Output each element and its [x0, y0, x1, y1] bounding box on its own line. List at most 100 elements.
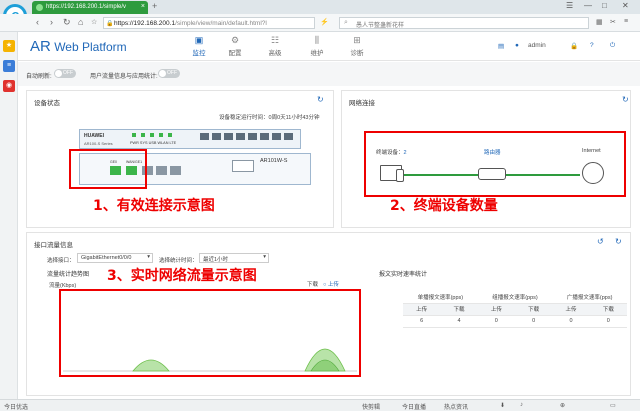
- status-item-2[interactable]: 今日直播: [402, 402, 426, 411]
- router-label: 路由器: [484, 150, 501, 156]
- forward-icon[interactable]: ›: [50, 17, 53, 27]
- briefcase-icon: ⊞: [353, 35, 361, 45]
- zoom-level: ▭: [610, 403, 616, 409]
- toggle-bar: 自动刷新: OFF 用户流量信息与应用统计: OFF: [18, 62, 640, 86]
- menu-dots-icon[interactable]: ≡: [624, 18, 628, 25]
- period-value: 最近1小时: [203, 257, 229, 263]
- period-select[interactable]: 最近1小时 ▾: [199, 253, 269, 263]
- led: [168, 133, 172, 137]
- volume-icon[interactable]: ♪: [520, 402, 523, 408]
- interface-label: 选择接口：: [47, 258, 75, 264]
- extensions-icon[interactable]: ▦: [596, 18, 603, 26]
- app-header: AR Web Platform ▣ 监控 ⚙ 配置 ☷ 高级 ⫼ 维护 ⊞ 诊断 ▤ ● …: [18, 32, 640, 61]
- network-refresh-icon[interactable]: ↻: [622, 95, 629, 104]
- search-placeholder: 愚人节整蛊新花样: [356, 23, 405, 29]
- refresh-icon[interactable]: ↻: [317, 95, 324, 104]
- nav-diagnose[interactable]: ⊞ 诊断: [344, 35, 370, 57]
- port: [170, 166, 181, 175]
- maximize-icon[interactable]: □: [602, 1, 607, 10]
- traffic-refresh-icon[interactable]: ↻: [615, 237, 622, 246]
- terminal-label-text: 终端设备：: [376, 150, 404, 156]
- traffic-title: 接口流量信息: [34, 242, 73, 249]
- weibo-icon[interactable]: ◉: [3, 80, 15, 92]
- rate-sub: 下载: [440, 303, 478, 316]
- led: [132, 133, 136, 137]
- rate-header-broadcast: 广播报文速率(pps): [552, 291, 627, 304]
- rate-value: 0: [589, 315, 627, 328]
- reading-list-icon[interactable]: ≡: [3, 60, 15, 72]
- rate-table-value-row: 6 4 0 0 0 0: [403, 315, 627, 328]
- port: [284, 133, 293, 140]
- rate-sub: 下载: [589, 303, 627, 316]
- realtime-title: 报文实时速率统计: [379, 272, 428, 278]
- minimize-icon[interactable]: —: [584, 1, 592, 10]
- save-icon[interactable]: ▤: [498, 42, 504, 50]
- zoom-icon[interactable]: ⊕: [560, 402, 565, 409]
- reload-icon[interactable]: ↻: [63, 17, 71, 28]
- lock-screen-icon[interactable]: 🔒: [570, 42, 578, 50]
- favorites-star-icon[interactable]: ★: [3, 40, 15, 52]
- close-window-icon[interactable]: ✕: [622, 1, 629, 10]
- browser-tab[interactable]: https://192.168.200.1/simple/v ×: [32, 1, 148, 14]
- device-front-panel: HUAWEI AR100-S Series PWR SYS USB WLAN L…: [79, 129, 301, 149]
- legend-down: 下载: [307, 280, 318, 288]
- help-icon[interactable]: ?: [590, 42, 594, 49]
- user-traffic-label: 用户流量信息与应用统计:: [90, 74, 158, 80]
- star-icon[interactable]: ☆: [91, 18, 97, 26]
- nav-config[interactable]: ⚙ 配置: [222, 35, 248, 57]
- rate-sub: 上传: [403, 303, 441, 316]
- status-left[interactable]: 今日优选: [4, 402, 28, 411]
- led: [150, 133, 154, 137]
- device-brand: HUAWEI: [84, 133, 104, 139]
- terminal-label: 终端设备：2: [376, 148, 407, 156]
- logout-icon[interactable]: ⏻: [610, 42, 615, 50]
- indicator-usb: USB: [148, 141, 157, 145]
- browser-status-bar: 今日优选 快剪辑 今日直播 热点资讯 ⬇ ♪ ⊕ ▭: [0, 399, 640, 411]
- status-item-1[interactable]: 快剪辑: [362, 402, 380, 411]
- device-status-title: 设备状态: [34, 100, 60, 107]
- legend-up-text: 上传: [327, 282, 339, 288]
- search-input[interactable]: ⌕ 愚人节整蛊新花样: [339, 17, 589, 29]
- home-icon[interactable]: ⌂: [78, 17, 83, 27]
- download-icon[interactable]: ⬇: [500, 402, 505, 409]
- device-model: AR101W-S: [260, 158, 288, 164]
- lightning-icon[interactable]: ⚡: [320, 18, 329, 26]
- rate-value: 6: [403, 315, 441, 328]
- rate-value: 4: [440, 315, 478, 328]
- tools-icon: ⫼: [314, 35, 320, 45]
- led-row: [132, 133, 192, 139]
- nav-advanced[interactable]: ☷ 高级: [262, 35, 288, 57]
- network-title: 网络连接: [349, 100, 375, 107]
- traffic-back-icon[interactable]: ↺: [597, 237, 604, 246]
- indicator-wlan: WLAN: [157, 141, 169, 145]
- menu-icon[interactable]: ☰: [566, 1, 573, 10]
- search-icon: ⌕: [344, 19, 348, 26]
- nav-maintenance[interactable]: ⫼ 维护: [304, 35, 330, 57]
- nav-diagnose-label: 诊断: [350, 50, 364, 57]
- nav-advanced-label: 高级: [268, 50, 282, 57]
- user-traffic-toggle[interactable]: OFF: [158, 69, 180, 78]
- nav-monitor[interactable]: ▣ 监控: [186, 35, 212, 57]
- sliders-icon: ☷: [270, 35, 280, 45]
- url-input[interactable]: 🔒 https://192.168.200.1/simple/view/main…: [103, 17, 315, 29]
- back-icon[interactable]: ‹: [36, 17, 39, 27]
- rate-table-sub-row: 上传 下载 上传 下载 上传 下载: [403, 303, 627, 316]
- auto-refresh-toggle[interactable]: OFF: [54, 69, 76, 78]
- uptime: 设备稳定运行时间：0周0天11小时43分钟: [219, 113, 319, 121]
- close-tab-icon[interactable]: ×: [141, 3, 145, 10]
- username[interactable]: admin: [528, 42, 546, 49]
- rate-value: 0: [552, 315, 590, 328]
- rate-sub: 上传: [477, 303, 515, 316]
- interface-select[interactable]: GigabitEthernet0/0/0 ▾: [77, 253, 153, 263]
- scissors-icon[interactable]: ✂: [610, 18, 616, 26]
- url-path: /simple/view/main/default.html?l: [175, 20, 267, 27]
- nav-monitor-label: 监控: [192, 50, 206, 57]
- status-item-3[interactable]: 热点资讯: [444, 402, 468, 411]
- monitor-icon: ▣: [194, 35, 204, 45]
- new-tab-button[interactable]: +: [152, 1, 157, 11]
- traffic-panel: 接口流量信息 ↻ ↺ 选择接口： GigabitEthernet0/0/0 ▾ …: [26, 232, 631, 396]
- y-unit: 流量(Kbps): [49, 283, 77, 289]
- console-port: [232, 160, 254, 172]
- chevron-down-icon: ▾: [147, 254, 150, 260]
- rate-sub: 上传: [552, 303, 590, 316]
